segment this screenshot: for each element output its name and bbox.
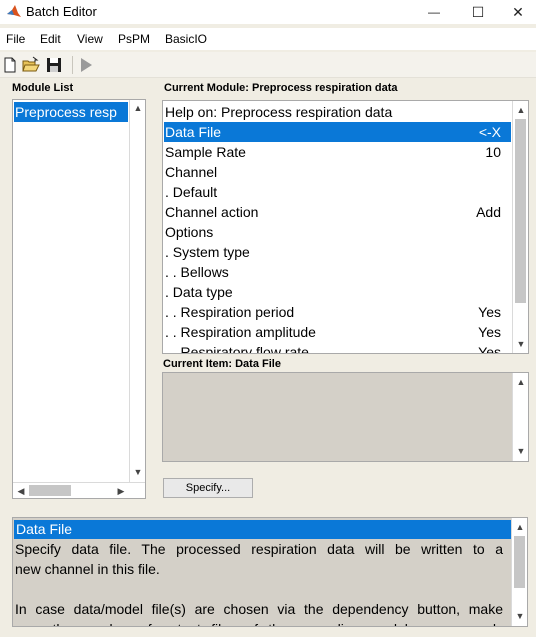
module-list-label: Module List (12, 82, 74, 94)
module-row-label: Sample Rate (165, 144, 246, 160)
module-row-value: 10 (485, 144, 501, 160)
module-row-label: . . Respiratory flow rate (165, 344, 309, 354)
help-line: sure the number of output files of the p… (15, 619, 503, 626)
module-row[interactable]: Sample Rate 10 (164, 142, 511, 162)
scroll-down-icon[interactable]: ▼ (513, 445, 529, 457)
module-row[interactable]: . . Respiration period Yes (164, 302, 511, 322)
current-item-vscrollbar[interactable]: ▲ ▼ (512, 373, 528, 461)
module-row-value: Yes (478, 344, 501, 354)
save-disk-icon[interactable] (45, 56, 63, 74)
module-row[interactable]: . . Bellows (164, 262, 511, 282)
scroll-up-icon[interactable]: ▲ (130, 102, 146, 114)
module-row-label: Options (165, 224, 214, 240)
module-row-value: Yes (478, 324, 501, 340)
open-folder-icon[interactable] (22, 56, 40, 74)
module-row-value: Add (476, 204, 501, 220)
matlab-logo-icon (7, 5, 21, 17)
module-row[interactable]: . System type (164, 242, 511, 262)
new-file-icon[interactable] (1, 56, 19, 74)
vscroll-thumb[interactable] (515, 119, 526, 303)
scroll-up-icon[interactable]: ▲ (513, 104, 528, 116)
scroll-left-icon[interactable]: ◀ (13, 485, 29, 497)
module-row[interactable]: Options (164, 222, 511, 242)
menu-basicio[interactable]: BasicIO (165, 32, 207, 46)
help-title: Data File (14, 520, 511, 539)
module-row[interactable]: . Default (164, 182, 511, 202)
minimize-button[interactable]: — (412, 0, 456, 24)
current-item-label: Current Item: Data File (163, 358, 281, 370)
help-line: new channel in this file. (15, 561, 160, 577)
help-panel: Data File Specify data file. The process… (12, 517, 528, 627)
module-row-label: . . Respiration period (165, 304, 295, 320)
scroll-right-icon[interactable]: ▶ (113, 485, 129, 497)
module-row-label: Data File (165, 124, 222, 140)
module-row[interactable]: Channel action Add (164, 202, 511, 222)
window-title: Batch Editor (26, 4, 97, 19)
module-row-label: . . Bellows (165, 264, 229, 280)
current-module-list[interactable]: Help on: Preprocess respiration data Data… (162, 100, 529, 354)
current-item-panel[interactable]: ▲ ▼ (162, 372, 529, 462)
maximize-button[interactable]: ☐ (456, 0, 500, 24)
module-row[interactable]: Channel (164, 162, 511, 182)
scroll-down-icon[interactable]: ▼ (513, 338, 528, 350)
module-row-value: <-X (478, 124, 501, 140)
module-list-hscrollbar[interactable]: ◀ ▶ (13, 482, 145, 498)
maximize-icon: ☐ (471, 3, 485, 20)
menu-edit[interactable]: Edit (40, 32, 61, 46)
toolbar-separator (72, 56, 73, 74)
module-row-label: Help on: Preprocess respiration data (165, 104, 393, 120)
hscroll-thumb[interactable] (29, 485, 71, 496)
module-row-label: Channel action (165, 204, 259, 220)
current-module-label: Current Module: Preprocess respiration d… (164, 82, 398, 94)
module-list[interactable]: Preprocess resp ▲ ▼ ◀ ▶ (12, 99, 146, 499)
module-row-label: . Default (165, 184, 218, 200)
module-row-label: . Data type (165, 284, 233, 300)
close-icon: ✕ (512, 3, 524, 20)
current-module-vscrollbar[interactable]: ▲ ▼ (512, 101, 528, 353)
module-row[interactable]: . . Respiration amplitude Yes (164, 322, 511, 342)
module-row[interactable]: . . Respiratory flow rate Yes (164, 342, 511, 354)
help-line: Specify data file. The processed respira… (15, 541, 503, 557)
scroll-down-icon[interactable]: ▼ (512, 610, 527, 622)
help-line: In case data/model file(s) are chosen vi… (15, 601, 503, 617)
scroll-up-icon[interactable]: ▲ (513, 376, 529, 388)
module-row-label: . System type (165, 244, 250, 260)
menu-pspm[interactable]: PsPM (118, 32, 150, 46)
module-row[interactable]: Help on: Preprocess respiration data (164, 102, 511, 122)
module-list-vscrollbar[interactable]: ▲ ▼ (129, 100, 145, 482)
module-row[interactable]: Data File <-X (164, 122, 511, 142)
scroll-down-icon[interactable]: ▼ (130, 466, 146, 478)
list-item[interactable]: Preprocess resp (14, 102, 128, 122)
module-row[interactable]: . Data type (164, 282, 511, 302)
minimize-icon: — (428, 5, 440, 19)
help-vscrollbar[interactable]: ▲ ▼ (511, 518, 527, 626)
close-button[interactable]: ✕ (500, 0, 536, 24)
run-play-icon[interactable] (77, 56, 95, 74)
module-row-label: Channel (165, 164, 218, 180)
vscroll-thumb[interactable] (514, 536, 525, 588)
menu-view[interactable]: View (77, 32, 103, 46)
menu-file[interactable]: File (6, 32, 25, 46)
module-row-value: Yes (478, 304, 501, 320)
module-row-label: . . Respiration amplitude (165, 324, 316, 340)
specify-button[interactable]: Specify... (163, 478, 253, 498)
scroll-up-icon[interactable]: ▲ (512, 521, 527, 533)
